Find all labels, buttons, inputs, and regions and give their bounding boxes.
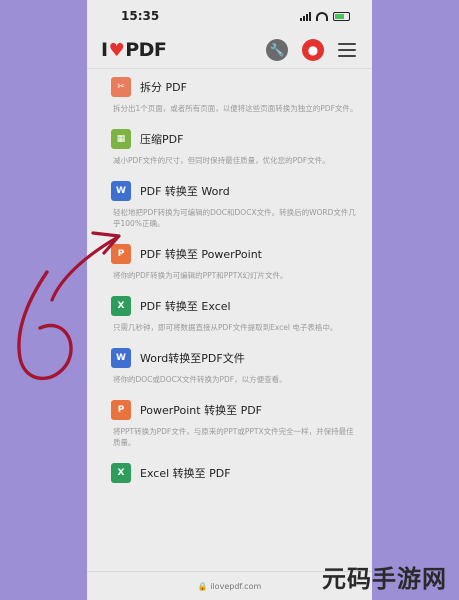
user-icon[interactable]: ● <box>302 39 324 61</box>
tool-description: 只需几秒钟，即可将数据直接从PDF文件提取到Excel 电子表格中。 <box>113 323 338 332</box>
heart-icon: ♥ <box>108 39 125 61</box>
signal-icon <box>300 11 311 21</box>
word-to-pdf-icon: W <box>111 348 131 368</box>
tool-name: PDF 转换至 Word <box>140 185 230 198</box>
tool-item[interactable]: P PowerPoint 转换至 PDF 将PPT转换为PDF文件，与原来的PPT或… <box>111 400 358 448</box>
powerpoint-to-pdf-icon: P <box>111 400 131 420</box>
status-bar: 15:35 <box>87 0 372 32</box>
wifi-icon <box>316 11 328 21</box>
split-icon: ✂ <box>111 77 131 97</box>
tool-name: 拆分 PDF <box>140 81 187 94</box>
tool-item[interactable]: W Word转换至PDF文件将你的DOC或DOCX文件转换为PDF，以方便查看。 <box>111 348 358 385</box>
compress-icon: ▦ <box>111 129 131 149</box>
tool-name: PowerPoint 转换至 PDF <box>140 404 262 417</box>
tool-name: Excel 转换至 PDF <box>140 467 231 480</box>
excel-icon: X <box>111 296 131 316</box>
tool-name: PDF 转换至 PowerPoint <box>140 248 262 261</box>
annotation-number-six <box>17 270 73 381</box>
tool-description: 拆分出1个页面，或者所有页面，以便将这些页面转换为独立的PDF文件。 <box>113 104 358 113</box>
status-time: 15:35 <box>121 9 160 23</box>
word-icon: W <box>111 181 131 201</box>
tool-item[interactable]: P PDF 转换至 PowerPoint 将你的PDF转换为可编辑的PPT和PPTX… <box>111 244 358 281</box>
tool-name: 压缩PDF <box>140 133 184 146</box>
site-watermark: 元码手游网 <box>322 565 447 593</box>
tool-description: 将你的DOC或DOCX文件转换为PDF，以方便查看。 <box>113 375 287 384</box>
tool-description: 减小PDF文件的尺寸，但同时保持最佳质量，优化您的PDF文件。 <box>113 156 330 165</box>
powerpoint-icon: P <box>111 244 131 264</box>
hamburger-menu-icon[interactable] <box>338 43 356 57</box>
tool-item[interactable]: ▦ 压缩PDF 减小PDF文件的尺寸，但同时保持最佳质量，优化您的PDF文件。 <box>111 129 358 166</box>
tool-item[interactable]: X Excel 转换至 PDF <box>111 463 358 483</box>
tool-item[interactable]: ✂ 拆分 PDF 拆分出1个页面，或者所有页面，以便将这些页面转换为独立的PDF文件… <box>111 77 358 114</box>
tool-name: PDF 转换至 Excel <box>140 300 231 313</box>
address-url: 🔒 ilovepdf.com <box>197 581 262 591</box>
tool-item[interactable]: W PDF 转换至 Word 轻松地把PDF转换为可编辑的DOC和DOCX文件。转换… <box>111 181 358 229</box>
tool-description: 将PPT转换为PDF文件，与原来的PPT或PPTX文件完全一样，并保持最佳质量。 <box>113 427 354 447</box>
excel-to-pdf-icon: X <box>111 463 131 483</box>
tool-name: Word转换至PDF文件 <box>140 352 245 365</box>
wrench-icon[interactable]: 🔧 <box>266 39 288 61</box>
app-header: I ♥ PDF 🔧 ● <box>87 32 372 69</box>
tool-description: 轻松地把PDF转换为可编辑的DOC和DOCX文件。转换后的WORD文件几乎100… <box>113 208 356 228</box>
tool-description: 将你的PDF转换为可编辑的PPT和PPTX幻灯片文件。 <box>113 271 288 280</box>
tool-list: ✂ 拆分 PDF 拆分出1个页面，或者所有页面，以便将这些页面转换为独立的PDF文件… <box>87 69 372 483</box>
battery-icon <box>333 11 350 21</box>
ilovepdf-logo[interactable]: I ♥ PDF <box>101 39 167 61</box>
phone-screen: 15:35 I ♥ PDF 🔧 ● ✂ 拆分 PDF 拆分出1个页面，或者所有页面，… <box>87 0 372 600</box>
tool-item[interactable]: X PDF 转换至 Excel 只需几秒钟，即可将数据直接从PDF文件提取到Exce… <box>111 296 358 333</box>
